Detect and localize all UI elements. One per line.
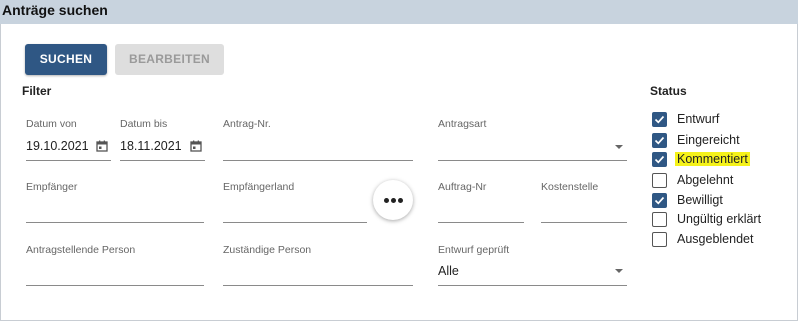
- filter-heading: Filter: [22, 84, 52, 98]
- status-item-label: Kommentiert: [675, 152, 750, 166]
- status-item-label: Ausgeblendet: [677, 232, 754, 246]
- edit-button[interactable]: BEARBEITEN: [115, 44, 224, 75]
- status-item-label: Ungültig erklärt: [677, 212, 762, 226]
- application-number-underline: [223, 160, 413, 161]
- order-number-underline: [438, 222, 524, 223]
- checkbox[interactable]: [652, 112, 667, 127]
- dropdown-arrow-icon[interactable]: [615, 145, 623, 149]
- checkbox[interactable]: [652, 212, 667, 227]
- cost-center-underline: [541, 222, 627, 223]
- date-to-label: Datum bis: [120, 118, 168, 130]
- status-item-label: Entwurf: [677, 112, 720, 126]
- more-options-button[interactable]: [373, 180, 413, 220]
- recipient-country-label: Empfängerland: [223, 181, 295, 193]
- checkbox[interactable]: [652, 173, 667, 188]
- status-item-ungueltig-erklaert[interactable]: Ungültig erklärt: [652, 211, 792, 229]
- status-item-bewilligt[interactable]: Bewilligt: [652, 192, 792, 210]
- date-to-value[interactable]: 18.11.2021: [120, 139, 182, 153]
- application-type-label: Antragsart: [438, 118, 487, 130]
- draft-checked-value[interactable]: Alle: [438, 264, 459, 278]
- draft-checked-underline: [438, 285, 627, 286]
- status-item-ausgeblendet[interactable]: Ausgeblendet: [652, 231, 792, 249]
- more-icon: [383, 197, 404, 203]
- dropdown-arrow-icon[interactable]: [615, 269, 623, 273]
- status-item-label: Bewilligt: [677, 193, 723, 207]
- status-item-eingereicht[interactable]: Eingereicht: [652, 132, 792, 150]
- checkmark-icon: [654, 136, 665, 145]
- status-item-entwurf[interactable]: Entwurf: [652, 111, 792, 129]
- draft-checked-label: Entwurf geprüft: [438, 244, 510, 256]
- order-number-label: Auftrag-Nr: [438, 181, 487, 193]
- date-from-underline: [26, 160, 111, 161]
- status-item-kommentiert[interactable]: Kommentiert: [652, 151, 792, 169]
- status-item-label: Abgelehnt: [677, 173, 734, 187]
- checkmark-icon: [654, 115, 665, 124]
- status-item-abgelehnt[interactable]: Abgelehnt: [652, 172, 792, 190]
- status-heading: Status: [650, 84, 687, 98]
- recipient-label: Empfänger: [26, 181, 78, 193]
- date-to-underline: [120, 160, 205, 161]
- status-item-label: Eingereicht: [677, 133, 740, 147]
- date-from-value[interactable]: 19.10.2021: [26, 139, 89, 153]
- application-number-label: Antrag-Nr.: [223, 118, 271, 130]
- application-type-underline: [438, 160, 627, 161]
- cost-center-label: Kostenstelle: [541, 181, 599, 193]
- window-title: Anträge suchen: [2, 2, 108, 18]
- checkbox[interactable]: [652, 193, 667, 208]
- checkbox[interactable]: [652, 133, 667, 148]
- checkmark-icon: [654, 196, 665, 205]
- calendar-icon[interactable]: [96, 140, 108, 152]
- recipient-underline: [26, 222, 204, 223]
- responsible-person-underline: [223, 285, 413, 286]
- window-titlebar: Anträge suchen: [0, 0, 798, 24]
- calendar-icon[interactable]: [190, 140, 202, 152]
- checkmark-icon: [654, 155, 665, 164]
- search-button[interactable]: SUCHEN: [25, 44, 107, 75]
- recipient-country-underline: [223, 222, 367, 223]
- date-from-label: Datum von: [26, 118, 77, 130]
- applicant-label: Antragstellende Person: [26, 244, 136, 256]
- checkbox[interactable]: [652, 232, 667, 247]
- checkbox[interactable]: [652, 152, 667, 167]
- responsible-person-label: Zuständige Person: [223, 244, 312, 256]
- applicant-underline: [26, 285, 204, 286]
